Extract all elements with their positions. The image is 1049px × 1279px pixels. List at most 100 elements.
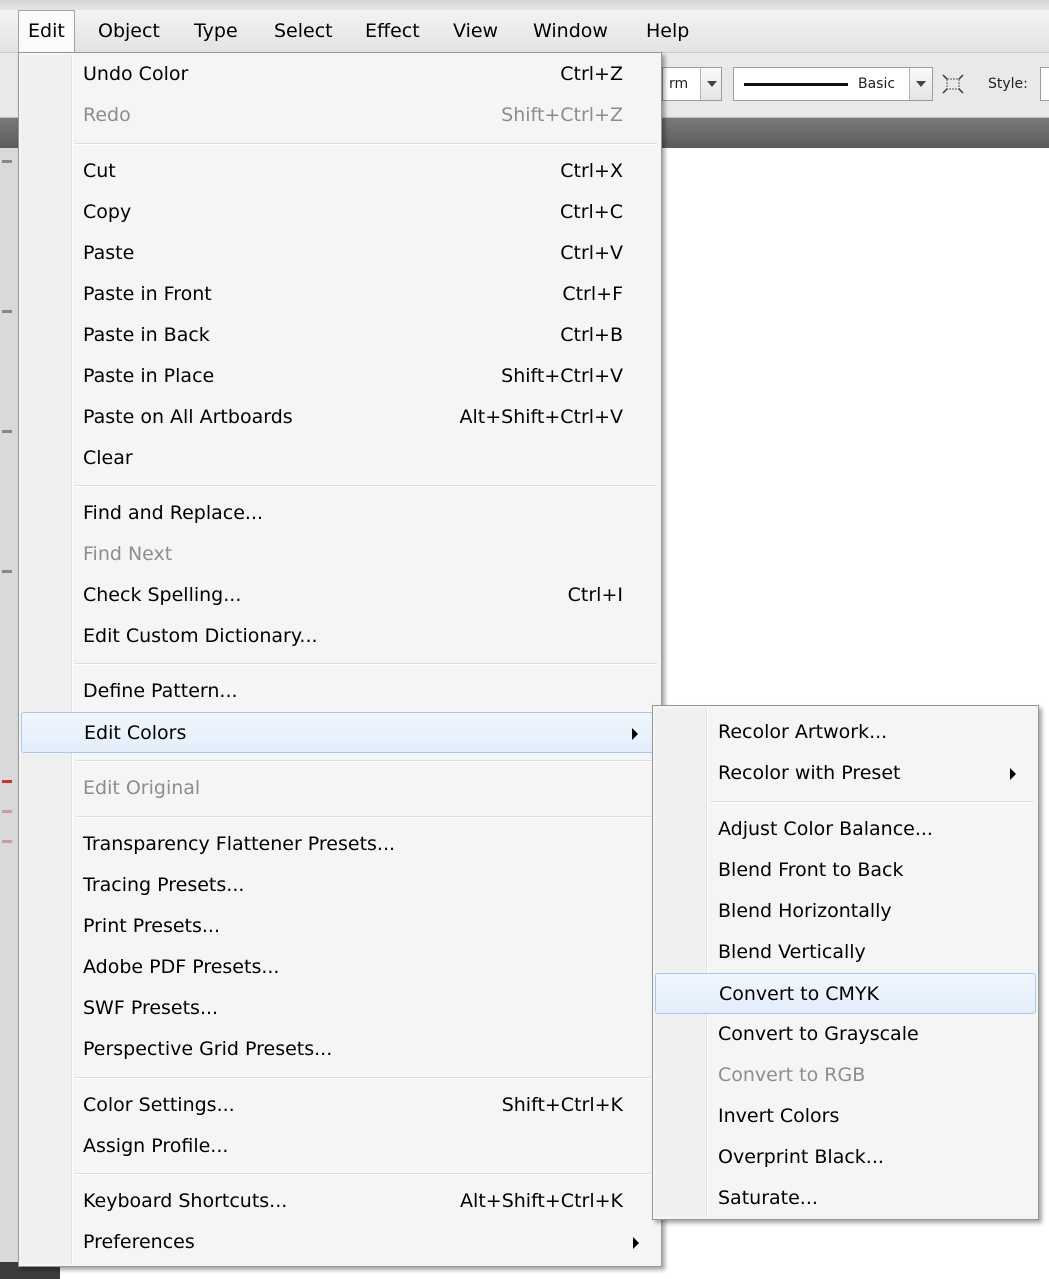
menu-item-shortcut: Ctrl+C — [560, 201, 623, 223]
menu-item-label: Convert to CMYK — [719, 983, 880, 1005]
menu-item-label: Copy — [83, 201, 132, 223]
window-title-strip — [0, 0, 1049, 10]
fill-swatch — [2, 780, 12, 783]
menu-separator — [75, 1077, 657, 1079]
menu-item-label: Paste in Place — [83, 365, 215, 387]
stroke-swatch — [2, 810, 12, 813]
menu-item-label: Keyboard Shortcuts... — [83, 1190, 288, 1212]
menu-item-label: Check Spelling... — [83, 584, 242, 606]
menu-item-saturate[interactable]: Saturate... — [655, 1178, 1036, 1219]
menu-type[interactable]: Type — [194, 10, 238, 52]
color-mode-swatch — [2, 840, 12, 843]
menu-item-adjust-color-balance[interactable]: Adjust Color Balance... — [655, 809, 1036, 850]
menu-window[interactable]: Window — [533, 10, 608, 52]
menu-item-adobe-pdf-presets[interactable]: Adobe PDF Presets... — [21, 947, 659, 988]
brush-label: Basic — [858, 76, 896, 92]
menu-item-paste[interactable]: Paste Ctrl+V — [21, 233, 659, 274]
tool-mark — [2, 430, 12, 433]
menu-item-label: Print Presets... — [83, 915, 221, 937]
menu-item-convert-to-grayscale[interactable]: Convert to Grayscale — [655, 1014, 1036, 1055]
menu-item-tracing-presets[interactable]: Tracing Presets... — [21, 865, 659, 906]
menu-item-cut[interactable]: Cut Ctrl+X — [21, 151, 659, 192]
menu-item-find-and-replace[interactable]: Find and Replace... — [21, 493, 659, 534]
menu-item-perspective-grid-presets[interactable]: Perspective Grid Presets... — [21, 1029, 659, 1070]
menu-item-shortcut: Ctrl+X — [560, 160, 623, 182]
dropdown-button[interactable] — [700, 68, 721, 100]
style-dropdown[interactable] — [1040, 67, 1049, 101]
menu-item-invert-colors[interactable]: Invert Colors — [655, 1096, 1036, 1137]
menu-item-blend-front-to-back[interactable]: Blend Front to Back — [655, 850, 1036, 891]
menu-item-label: Recolor with Preset — [718, 762, 901, 784]
menu-object[interactable]: Object — [98, 10, 160, 52]
menu-item-label: Transparency Flattener Presets... — [83, 833, 396, 855]
style-label: Style: — [988, 76, 1028, 92]
chevron-down-icon — [916, 81, 926, 87]
menu-separator — [75, 663, 657, 665]
brush-stroke-preview — [744, 83, 848, 86]
menu-item-label: Convert to Grayscale — [718, 1023, 919, 1045]
menu-item-shortcut: Ctrl+I — [567, 584, 623, 606]
menu-item-check-spelling[interactable]: Check Spelling... Ctrl+I — [21, 575, 659, 616]
menu-item-color-settings[interactable]: Color Settings... Shift+Ctrl+K — [21, 1085, 659, 1126]
menu-item-convert-to-cmyk[interactable]: Convert to CMYK — [655, 973, 1036, 1014]
menu-item-paste-in-front[interactable]: Paste in Front Ctrl+F — [21, 274, 659, 315]
tool-mark — [2, 570, 12, 573]
menu-effect[interactable]: Effect — [365, 10, 420, 52]
menu-item-blend-horizontally[interactable]: Blend Horizontally — [655, 891, 1036, 932]
menu-item-define-pattern[interactable]: Define Pattern... — [21, 671, 659, 712]
menu-item-paste-in-back[interactable]: Paste in Back Ctrl+B — [21, 315, 659, 356]
menu-item-assign-profile[interactable]: Assign Profile... — [21, 1126, 659, 1167]
menu-item-label: Adobe PDF Presets... — [83, 956, 280, 978]
menu-item-copy[interactable]: Copy Ctrl+C — [21, 192, 659, 233]
menu-item-label: Invert Colors — [718, 1105, 840, 1127]
menu-item-recolor-artwork[interactable]: Recolor Artwork... — [655, 712, 1036, 753]
menu-item-transparency-flattener-presets[interactable]: Transparency Flattener Presets... — [21, 824, 659, 865]
menu-item-label: Preferences — [83, 1231, 195, 1253]
menu-item-shortcut: Alt+Shift+Ctrl+V — [459, 406, 623, 428]
menu-item-convert-to-rgb[interactable]: Convert to RGB — [655, 1055, 1036, 1096]
menu-item-paste-on-all-artboards[interactable]: Paste on All Artboards Alt+Shift+Ctrl+V — [21, 397, 659, 438]
menu-item-undo-color[interactable]: Undo Color Ctrl+Z — [21, 54, 659, 95]
menu-item-label: Assign Profile... — [83, 1135, 229, 1157]
menu-item-swf-presets[interactable]: SWF Presets... — [21, 988, 659, 1029]
menu-item-label: Edit Custom Dictionary... — [83, 625, 318, 647]
menu-item-preferences[interactable]: Preferences — [21, 1222, 659, 1263]
edit-menu: Undo Color Ctrl+Z Redo Shift+Ctrl+Z Cut Ctrl+… — [18, 52, 662, 1267]
menu-item-label: SWF Presets... — [83, 997, 219, 1019]
menu-item-label: Adjust Color Balance... — [718, 818, 933, 840]
menu-select[interactable]: Select — [274, 10, 333, 52]
submenu-arrow-icon — [632, 728, 638, 740]
submenu-arrow-icon — [1010, 768, 1016, 780]
brush-definition-dropdown[interactable]: Basic — [733, 67, 933, 101]
menu-item-overprint-black[interactable]: Overprint Black... — [655, 1137, 1036, 1178]
menu-separator — [710, 801, 1034, 803]
menu-item-shortcut: Shift+Ctrl+V — [501, 365, 623, 387]
menu-item-label: Tracing Presets... — [83, 874, 245, 896]
menu-edit[interactable]: Edit — [18, 10, 75, 52]
align-icon[interactable] — [942, 74, 964, 94]
menu-item-label: Overprint Black... — [718, 1146, 884, 1168]
menu-help[interactable]: Help — [646, 10, 689, 52]
menu-item-edit-colors[interactable]: Edit Colors — [21, 712, 659, 753]
menu-item-paste-in-place[interactable]: Paste in Place Shift+Ctrl+V — [21, 356, 659, 397]
menu-separator — [75, 760, 657, 762]
partial-dropdown[interactable]: rm — [662, 67, 722, 101]
menu-item-recolor-with-preset[interactable]: Recolor with Preset — [655, 753, 1036, 794]
menu-item-edit-custom-dictionary[interactable]: Edit Custom Dictionary... — [21, 616, 659, 657]
menu-item-label: Define Pattern... — [83, 680, 238, 702]
menu-item-shortcut: Alt+Shift+Ctrl+K — [460, 1190, 623, 1212]
menu-item-find-next[interactable]: Find Next — [21, 534, 659, 575]
submenu-arrow-icon — [633, 1237, 639, 1249]
menu-item-label: Paste — [83, 242, 135, 264]
dropdown-button[interactable] — [909, 68, 932, 100]
menu-item-edit-original[interactable]: Edit Original — [21, 768, 659, 809]
menu-item-label: Perspective Grid Presets... — [83, 1038, 333, 1060]
menu-item-print-presets[interactable]: Print Presets... — [21, 906, 659, 947]
menu-item-keyboard-shortcuts[interactable]: Keyboard Shortcuts... Alt+Shift+Ctrl+K — [21, 1181, 659, 1222]
menu-separator — [75, 816, 657, 818]
menu-item-blend-vertically[interactable]: Blend Vertically — [655, 932, 1036, 973]
menu-item-redo[interactable]: Redo Shift+Ctrl+Z — [21, 95, 659, 136]
menu-view[interactable]: View — [453, 10, 498, 52]
menu-item-clear[interactable]: Clear — [21, 438, 659, 479]
menu-item-label: Cut — [83, 160, 116, 182]
